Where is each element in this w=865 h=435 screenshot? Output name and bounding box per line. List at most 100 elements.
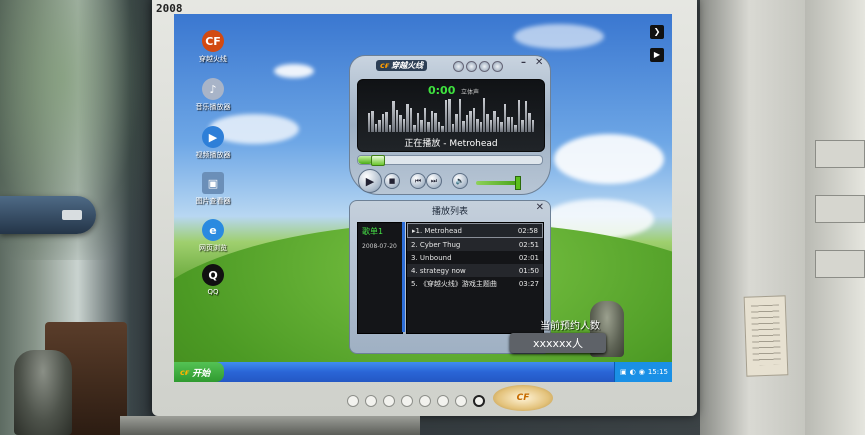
play-arrow-button[interactable]: ▶ — [650, 48, 664, 62]
desktop-icon-label: 图片查看器 — [195, 197, 231, 205]
track-title: 2. Cyber Thug — [411, 240, 461, 249]
spectrum-bar — [521, 120, 524, 132]
mode-button[interactable] — [479, 61, 490, 72]
qq-icon: Q — [202, 264, 224, 286]
drawer — [815, 250, 865, 278]
music-player-window: ᴄғ 穿越火线 – ✕ 0:00 立体声 正在播放 - Metrohead ▶ … — [349, 55, 551, 205]
desktop-icon-label: 音乐播放器 — [195, 103, 231, 111]
volume-icon[interactable]: ◐ — [630, 368, 636, 376]
desktop-screen: CF 穿越火线 ♪ 音乐播放器 ▶ 视频播放器 ▣ 图片查看器 e 网页浏览 Q… — [174, 14, 672, 382]
spectrum-bar — [441, 125, 444, 132]
playlist-scrollbar[interactable] — [402, 222, 405, 332]
soldier-figurine — [14, 350, 72, 435]
spectrum-bar — [493, 111, 496, 132]
spectrum-bar — [510, 116, 514, 132]
spectrum-bar — [381, 113, 385, 132]
monitor-year-label: 2008 — [156, 2, 183, 15]
monitor-button[interactable] — [347, 395, 359, 407]
cabinet-drawers — [805, 0, 865, 435]
network-icon[interactable]: ▣ — [620, 368, 627, 376]
crossfire-logo-icon: ᴄғ — [180, 367, 190, 377]
playlist-date: 2008-07-20 — [362, 243, 397, 250]
spectrum-bar — [427, 122, 430, 132]
spectrum-bar — [378, 119, 381, 132]
lamp-clip — [62, 210, 82, 220]
mute-button[interactable]: 🔈 — [452, 173, 468, 189]
track-duration: 02:01 — [518, 253, 539, 262]
track-row[interactable]: 5. 《穿越火线》游戏主题曲 03:27 — [407, 277, 543, 290]
ie-browser-icon: e — [202, 219, 224, 241]
playlist-close-button[interactable]: ✕ — [536, 202, 544, 213]
tray-app-icon[interactable]: ◉ — [639, 368, 645, 376]
previous-icon: ⏮ — [414, 176, 422, 185]
monitor-button[interactable] — [383, 395, 395, 407]
chevron-right-icon: ❯ — [653, 27, 661, 36]
start-button[interactable]: ᴄғ 开始 — [174, 362, 224, 382]
spectrum-bar — [399, 115, 402, 132]
track-row[interactable]: 2. Cyber Thug 02:51 — [407, 238, 543, 251]
spectrum-bar — [482, 98, 486, 132]
taskbar: ᴄғ 开始 ▣ ◐ ◉ 15:15 — [174, 362, 672, 382]
spectrum-bar — [503, 104, 507, 132]
desktop-icon-qq[interactable]: Q QQ — [185, 264, 241, 296]
spectrum-bar — [458, 99, 462, 132]
now-playing-text: 正在播放 - Metrohead — [404, 139, 498, 149]
desktop-icon-crossfire[interactable]: CF 穿越火线 — [185, 30, 241, 64]
monitor-button[interactable] — [419, 395, 431, 407]
playlist-sidebar: 歌单1 2008-07-20 — [357, 222, 403, 334]
spectrum-bar — [420, 120, 423, 132]
spectrum-bar — [423, 107, 427, 132]
spectrum-bar — [392, 101, 395, 132]
spectrum-bars — [368, 98, 535, 132]
track-row[interactable]: 4. strategy now 01:50 — [407, 264, 543, 277]
mode-button[interactable] — [466, 61, 477, 72]
monitor-button[interactable] — [365, 395, 377, 407]
spectrum-bar — [406, 104, 409, 132]
volume-handle[interactable] — [515, 176, 521, 190]
spectrum-bar — [486, 113, 489, 132]
crossfire-icon: CF — [202, 30, 224, 52]
reservation-counter: 当前预约人数 xxxxxx人 — [510, 301, 624, 357]
clock[interactable]: 15:15 — [648, 368, 668, 376]
desktop-icon-label: 视频播放器 — [195, 151, 231, 159]
next-arrow-button[interactable]: ❯ — [650, 25, 664, 39]
next-button[interactable]: ⏭ — [426, 173, 442, 189]
spectrum-bar — [500, 122, 503, 132]
spectrum-bar — [395, 109, 399, 132]
minimize-button[interactable]: – — [521, 57, 526, 68]
power-button[interactable] — [473, 395, 485, 407]
track-duration: 02:51 — [518, 240, 539, 249]
track-duration: 02:58 — [517, 226, 538, 235]
mode-button[interactable] — [492, 61, 503, 72]
desktop-icon-browser[interactable]: e 网页浏览 — [185, 219, 241, 253]
play-icon: ▶ — [365, 174, 375, 188]
playlist-title: 播放列表 — [431, 207, 468, 217]
seek-bar[interactable] — [357, 155, 543, 166]
desktop-icon-video-player[interactable]: ▶ 视频播放器 — [185, 126, 241, 160]
spectrum-bar — [451, 123, 455, 132]
spectrum-bar — [430, 110, 434, 132]
reservation-label: 当前预约人数 — [540, 321, 600, 332]
stop-button[interactable]: ■ — [384, 173, 400, 189]
desktop-icon-image-viewer[interactable]: ▣ 图片查看器 — [185, 172, 241, 206]
spectrum-bar — [462, 121, 465, 132]
close-button[interactable]: ✕ — [535, 57, 543, 68]
player-title-text: 穿越火线 — [391, 61, 424, 70]
track-row[interactable]: 3. Unbound 02:01 — [407, 251, 543, 264]
monitor-button[interactable] — [455, 395, 467, 407]
cloud — [514, 24, 604, 49]
track-row[interactable]: ▸1. Metrohead 02:58 — [407, 223, 543, 238]
play-button[interactable]: ▶ — [358, 169, 382, 193]
desktop-icon-music-player[interactable]: ♪ 音乐播放器 — [185, 78, 241, 112]
monitor-button[interactable] — [401, 395, 413, 407]
seek-handle[interactable] — [370, 155, 385, 166]
previous-button[interactable]: ⏮ — [410, 173, 426, 189]
track-title: 4. strategy now — [411, 266, 466, 275]
playlist-name[interactable]: 歌单1 — [362, 226, 402, 237]
image-viewer-icon: ▣ — [202, 172, 224, 194]
mode-button[interactable] — [453, 61, 464, 72]
monitor-button[interactable] — [437, 395, 449, 407]
volume-slider[interactable] — [476, 181, 518, 185]
reservation-value: xxxxxx人 — [510, 333, 606, 353]
track-duration: 01:50 — [518, 266, 539, 275]
